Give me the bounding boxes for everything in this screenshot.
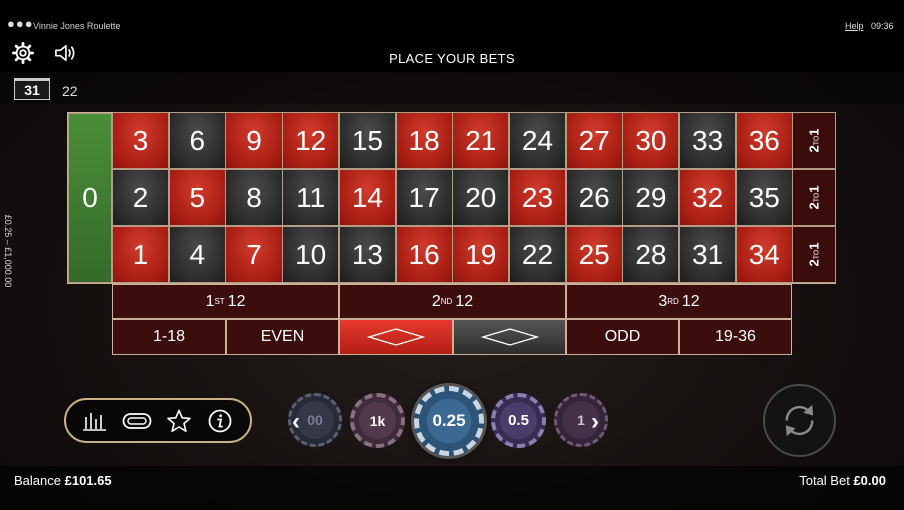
black-diamond-icon	[480, 328, 539, 346]
column-bet-1[interactable]: 2TO1	[792, 112, 837, 169]
info-icon[interactable]	[207, 409, 233, 433]
repeat-icon[interactable]	[778, 399, 821, 442]
dozen-3-bet[interactable]: 3 RD 12	[566, 284, 792, 319]
high-bet[interactable]: 19-36	[679, 319, 792, 355]
status-bar	[0, 0, 904, 40]
more-dots-icon[interactable]: ●●●	[7, 17, 34, 30]
number-cell-13[interactable]: 13	[338, 226, 396, 283]
number-cell-33[interactable]: 33	[679, 112, 737, 169]
number-cell-29[interactable]: 29	[622, 169, 680, 226]
chip-selected-0-25[interactable]: 0.25	[414, 386, 484, 456]
dozen-1-bet[interactable]: 1 ST 12	[112, 284, 339, 319]
clock: 09:36	[871, 21, 894, 31]
total-bet: Total Bet £0.00	[799, 473, 886, 488]
last-result: 31	[14, 78, 50, 100]
number-cell-6[interactable]: 6	[168, 112, 226, 169]
red-diamond-icon	[367, 328, 425, 346]
number-cell-26[interactable]: 26	[565, 169, 623, 226]
black-bet[interactable]	[453, 319, 566, 355]
number-cell-15[interactable]: 15	[338, 112, 396, 169]
number-cell-7[interactable]: 7	[225, 226, 283, 283]
footer-bar	[0, 466, 904, 510]
number-cell-18[interactable]: 18	[395, 112, 453, 169]
number-cell-19[interactable]: 19	[452, 226, 510, 283]
number-cell-3[interactable]: 3	[112, 112, 170, 169]
number-cell-9[interactable]: 9	[225, 112, 283, 169]
number-cell-32[interactable]: 32	[679, 169, 737, 226]
number-cell-30[interactable]: 30	[622, 112, 680, 169]
number-cell-5[interactable]: 5	[168, 169, 226, 226]
low-bet[interactable]: 1-18	[112, 319, 226, 355]
help-link[interactable]: Help	[845, 21, 864, 31]
number-cell-31[interactable]: 31	[679, 226, 737, 283]
chip-1[interactable]: 1	[554, 393, 608, 447]
chip-0-5[interactable]: 0.5	[491, 393, 546, 448]
number-cell-12[interactable]: 12	[282, 112, 340, 169]
balance: Balance £101.65	[14, 473, 112, 488]
page-title: PLACE YOUR BETS	[389, 51, 515, 66]
column-bet-3[interactable]: 2TO1	[792, 226, 837, 283]
number-cell-16[interactable]: 16	[395, 226, 453, 283]
number-cell-25[interactable]: 25	[565, 226, 623, 283]
number-cell-8[interactable]: 8	[225, 169, 283, 226]
even-bet[interactable]: EVEN	[226, 319, 339, 355]
chevron-right-icon[interactable]: ›	[591, 408, 599, 436]
number-cell-2[interactable]: 2	[112, 169, 170, 226]
red-bet[interactable]	[339, 319, 453, 355]
number-cell-17[interactable]: 17	[395, 169, 453, 226]
number-cell-34[interactable]: 34	[735, 226, 793, 283]
zero-cell[interactable]: 0	[68, 113, 112, 283]
column-bet-2[interactable]: 2TO1	[792, 169, 837, 226]
number-cell-20[interactable]: 20	[452, 169, 510, 226]
number-cell-1[interactable]: 1	[112, 226, 170, 283]
number-cell-22[interactable]: 22	[508, 226, 567, 283]
number-cell-36[interactable]: 36	[735, 112, 793, 169]
chevron-left-icon[interactable]: ‹	[292, 408, 300, 436]
app-title: Vinnie Jones Roulette	[33, 21, 121, 31]
table-limits: £0.25 – £1,000.00	[3, 214, 13, 288]
bar-chart-icon[interactable]	[82, 409, 108, 433]
odd-bet[interactable]: ODD	[566, 319, 679, 355]
number-cell-28[interactable]: 28	[622, 226, 680, 283]
number-cell-10[interactable]: 10	[282, 226, 340, 283]
number-cell-35[interactable]: 35	[735, 169, 793, 226]
number-cell-27[interactable]: 27	[565, 112, 623, 169]
number-cell-11[interactable]: 11	[282, 169, 340, 226]
number-cell-21[interactable]: 21	[452, 112, 510, 169]
previous-result: 22	[62, 83, 78, 99]
number-cell-23[interactable]: 23	[508, 169, 567, 226]
number-cell-4[interactable]: 4	[168, 226, 226, 283]
racetrack-icon[interactable]	[122, 409, 152, 433]
number-cell-14[interactable]: 14	[338, 169, 396, 226]
chip-1k[interactable]: 1k	[350, 393, 405, 448]
number-cell-24[interactable]: 24	[508, 112, 567, 169]
dozen-2-bet[interactable]: 2 ND 12	[339, 284, 566, 319]
history-strip	[0, 72, 904, 104]
star-icon[interactable]	[166, 409, 192, 433]
